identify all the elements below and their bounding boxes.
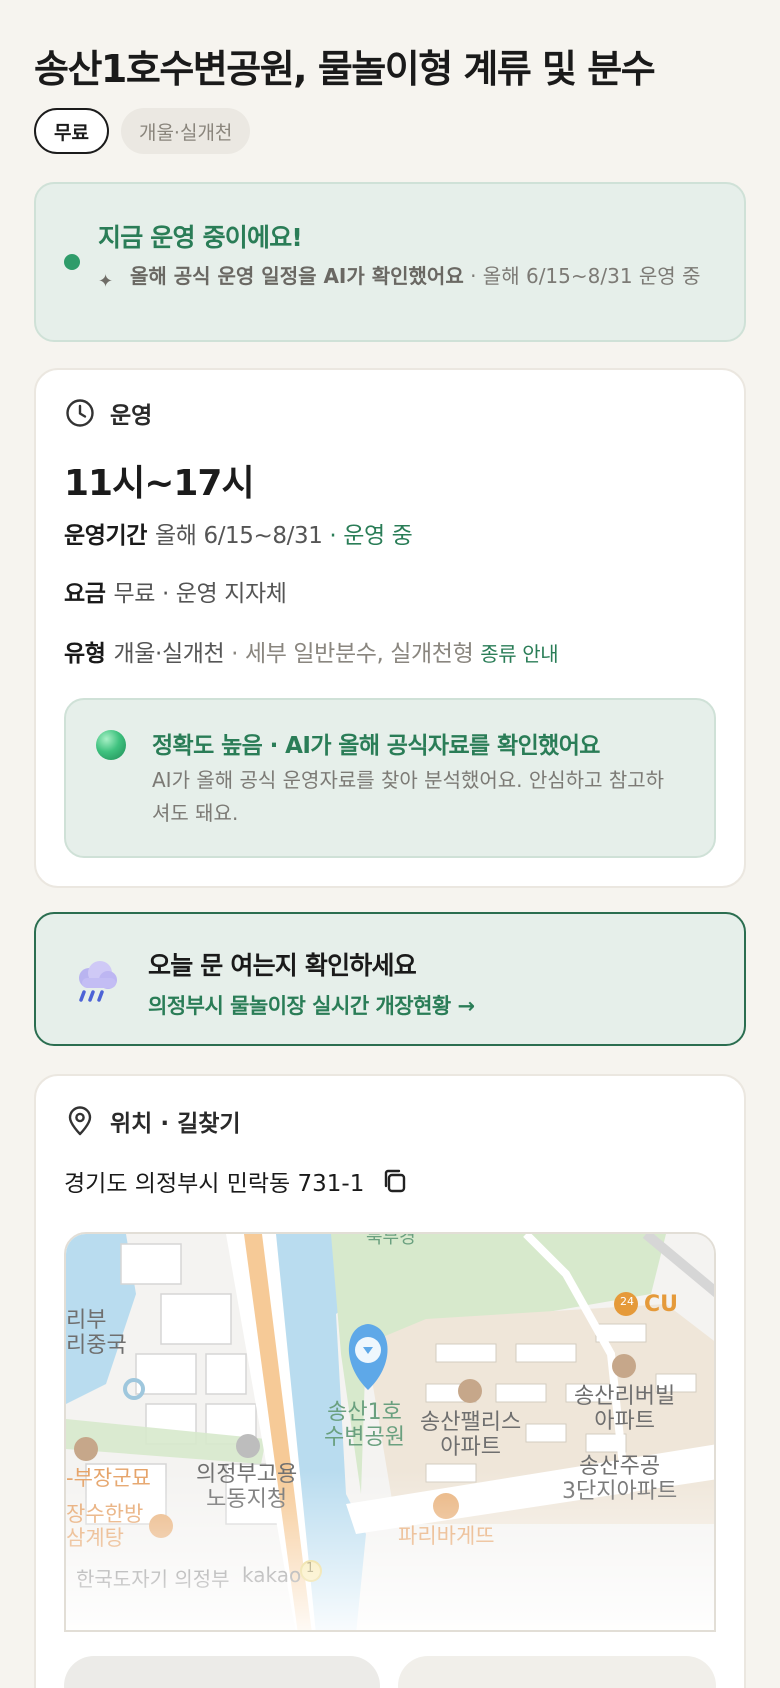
open-check-link[interactable]: 의정부시 물놀이장 실시간 개장현황 → — [148, 990, 475, 1020]
rain-cloud-icon — [79, 961, 117, 1002]
map-label-samgyetang: 장수한방 삼계탕 — [66, 1502, 144, 1551]
type-value: 개울·실개천 — [113, 641, 225, 667]
map-label-park: 송산1호 수변공원 — [324, 1400, 405, 1451]
sparkle-icon: ✦ — [98, 271, 114, 292]
chip-fee[interactable]: 무료 — [34, 108, 109, 154]
status-subtitle: ✦ 올해 공식 운영 일정을 AI가 확인했어요 · 올해 6/15~8/31 … — [98, 262, 728, 296]
type-detail: · 세부 일반분수, 실개천형 — [231, 641, 474, 667]
type-row: 유형 개울·실개천 · 세부 일반분수, 실개천형 종류 안내 — [64, 634, 724, 668]
clock-icon — [66, 399, 94, 427]
operation-section-label: 운영 — [110, 403, 153, 429]
map-label-labor: 의정부고용 노동지청 — [196, 1462, 298, 1513]
location-card: 위치 · 길찾기 경기도 의정부시 민락동 731-1 북부경 리부 리중국 송… — [34, 1074, 746, 1688]
fee-row: 요금 무료 · 운영 지자체 — [64, 574, 724, 608]
map-route-badge: 1 — [306, 1561, 315, 1576]
location-pin-icon — [68, 1106, 92, 1136]
map-kakao-logo: kakao — [242, 1563, 302, 1587]
accuracy-title: 정확도 높음 · AI가 올해 공식자료를 확인했어요 — [152, 733, 600, 759]
status-dot-icon — [64, 254, 80, 270]
map-label-paris: 파리바게뜨 — [398, 1524, 495, 1548]
page-title: 송산1호수변공원, 물놀이형 계류 및 분수 — [34, 47, 656, 91]
type-guide-link[interactable]: 종류 안내 — [480, 642, 558, 666]
address-row: 경기도 의정부시 민락동 731-1 — [64, 1164, 410, 1198]
page: 송산1호수변공원, 물놀이형 계류 및 분수 무료 개울·실개천 지금 운영 중… — [0, 0, 780, 1688]
period-row: 운영기간 올해 6/15~8/31 · 운영 중 — [64, 516, 724, 550]
operating-hours: 11시~17시 — [64, 463, 255, 504]
chip-type[interactable]: 개울·실개천 — [120, 108, 251, 154]
operation-header: 운영 — [64, 396, 152, 430]
accuracy-box: 정확도 높음 · AI가 올해 공식자료를 확인했어요 AI가 올해 공식 운영… — [64, 698, 716, 858]
open-check-title: 오늘 문 여는지 확인하세요 — [148, 951, 417, 980]
fee-key: 요금 — [64, 581, 106, 607]
map-label-jugong: 송산주공 3단지아파트 — [562, 1454, 678, 1505]
copy-icon[interactable] — [380, 1166, 410, 1196]
period-value: 올해 6/15~8/31 — [155, 523, 323, 549]
status-ai-check: 올해 공식 운영 일정을 AI가 확인했어요 — [130, 264, 464, 288]
location-section-label: 위치 · 길찾기 — [110, 1111, 241, 1137]
location-header: 위치 · 길찾기 — [64, 1104, 241, 1138]
operating-status-card: 지금 운영 중이에요! ✦ 올해 공식 운영 일정을 AI가 확인했어요 · 올… — [34, 182, 746, 342]
map-label-riverville: 송산리버빌 아파트 — [574, 1384, 676, 1435]
status-detail: · 올해 6/15~8/31 운영 중 — [470, 264, 701, 288]
accuracy-orb-icon — [96, 730, 126, 760]
bottom-action-left[interactable] — [64, 1656, 380, 1688]
period-key: 운영기간 — [64, 523, 148, 549]
period-status: · 운영 중 — [329, 523, 413, 549]
map-label-left: 리부 리중국 — [66, 1308, 127, 1359]
accuracy-description: AI가 올해 공식 운영자료를 찾아 분석했어요. 안심하고 참고하셔도 돼요. — [152, 768, 665, 825]
tag-chips: 무료 개울·실개천 — [34, 108, 251, 154]
open-status-link-card[interactable]: 오늘 문 여는지 확인하세요 의정부시 물놀이장 실시간 개장현황 → — [34, 912, 746, 1046]
map-label-military: -부장군묘 — [66, 1466, 151, 1490]
address-text: 경기도 의정부시 민락동 731-1 — [64, 1171, 365, 1197]
map-label-palace: 송산팰리스 아파트 — [420, 1410, 522, 1461]
map-store-24: 24 — [620, 1295, 634, 1308]
map-label-cu: CU — [644, 1292, 679, 1317]
map-label-bottom-left: 한국도자기 의정부 — [76, 1567, 230, 1591]
bottom-action-right[interactable] — [398, 1656, 716, 1688]
fee-value: 무료 · 운영 지자체 — [113, 581, 287, 607]
status-title: 지금 운영 중이에요! — [98, 223, 303, 252]
operation-card: 운영 11시~17시 운영기간 올해 6/15~8/31 · 운영 중 요금 무료 … — [34, 368, 746, 888]
map-label-top: 북부경 — [366, 1232, 416, 1248]
map-view[interactable]: 북부경 리부 리중국 송산1호 수변공원 송산팰리스 아파트 송산리버빌 아파트… — [64, 1232, 716, 1632]
type-key: 유형 — [64, 641, 106, 667]
